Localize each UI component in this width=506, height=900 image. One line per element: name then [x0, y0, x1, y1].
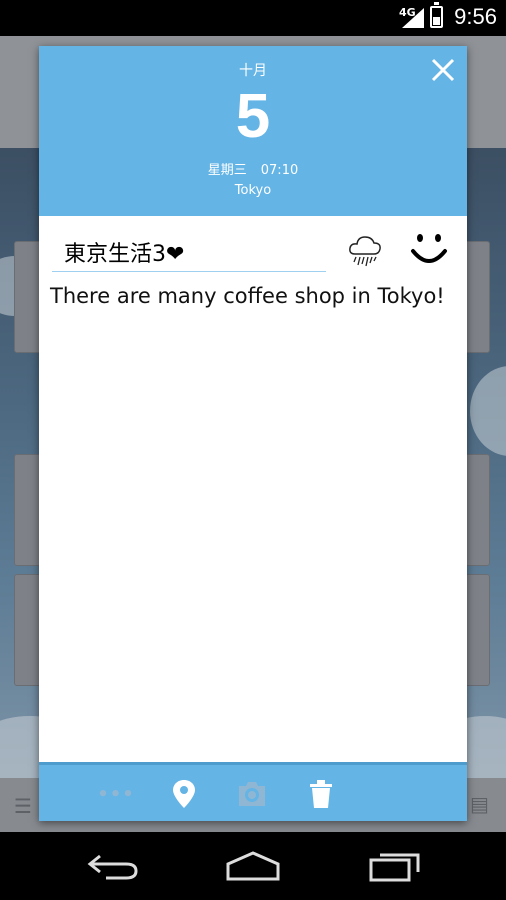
day-number: 5: [235, 82, 271, 151]
system-nav-bar: [0, 832, 506, 900]
weekday-label: 星期三: [207, 163, 247, 178]
calendar-icon: ▤: [470, 792, 489, 816]
smiley-icon[interactable]: [409, 229, 449, 269]
battery-icon: [430, 2, 443, 28]
camera-icon[interactable]: [236, 779, 268, 809]
recents-icon[interactable]: [368, 850, 422, 882]
month-label: 十月: [239, 63, 267, 79]
entry-body-text[interactable]: There are many coffee shop in Tokyo!: [50, 282, 450, 311]
background-card: [14, 454, 42, 566]
entry-title-field[interactable]: 東京生活3❤: [52, 232, 326, 272]
time-label: 07:10: [260, 163, 299, 178]
dialog-footer-toolbar: •••: [39, 762, 467, 821]
background-card: [14, 241, 42, 353]
background-card: [14, 574, 42, 686]
more-icon[interactable]: •••: [97, 779, 134, 809]
diary-entry-dialog: 十月 5 星期三 07:10 Tokyo 東京生活3❤ There are man…: [39, 46, 467, 821]
close-icon[interactable]: [429, 56, 457, 84]
location-label: Tokyo: [234, 183, 272, 198]
weekday-time: 星期三 07:10: [39, 159, 467, 178]
menu-icon: ☰: [14, 794, 32, 818]
trash-icon[interactable]: [308, 779, 334, 809]
status-clock: 9:56: [454, 4, 497, 29]
battery-level: [433, 16, 440, 25]
date-header: 十月 5 星期三 07:10 Tokyo: [39, 46, 467, 216]
home-icon[interactable]: [224, 850, 282, 882]
location-pin-icon[interactable]: [171, 779, 197, 809]
rain-cloud-icon[interactable]: [347, 234, 383, 268]
back-icon[interactable]: [86, 850, 140, 882]
status-bar: 4G 9:56: [0, 0, 506, 36]
signal-icon: [402, 8, 424, 28]
